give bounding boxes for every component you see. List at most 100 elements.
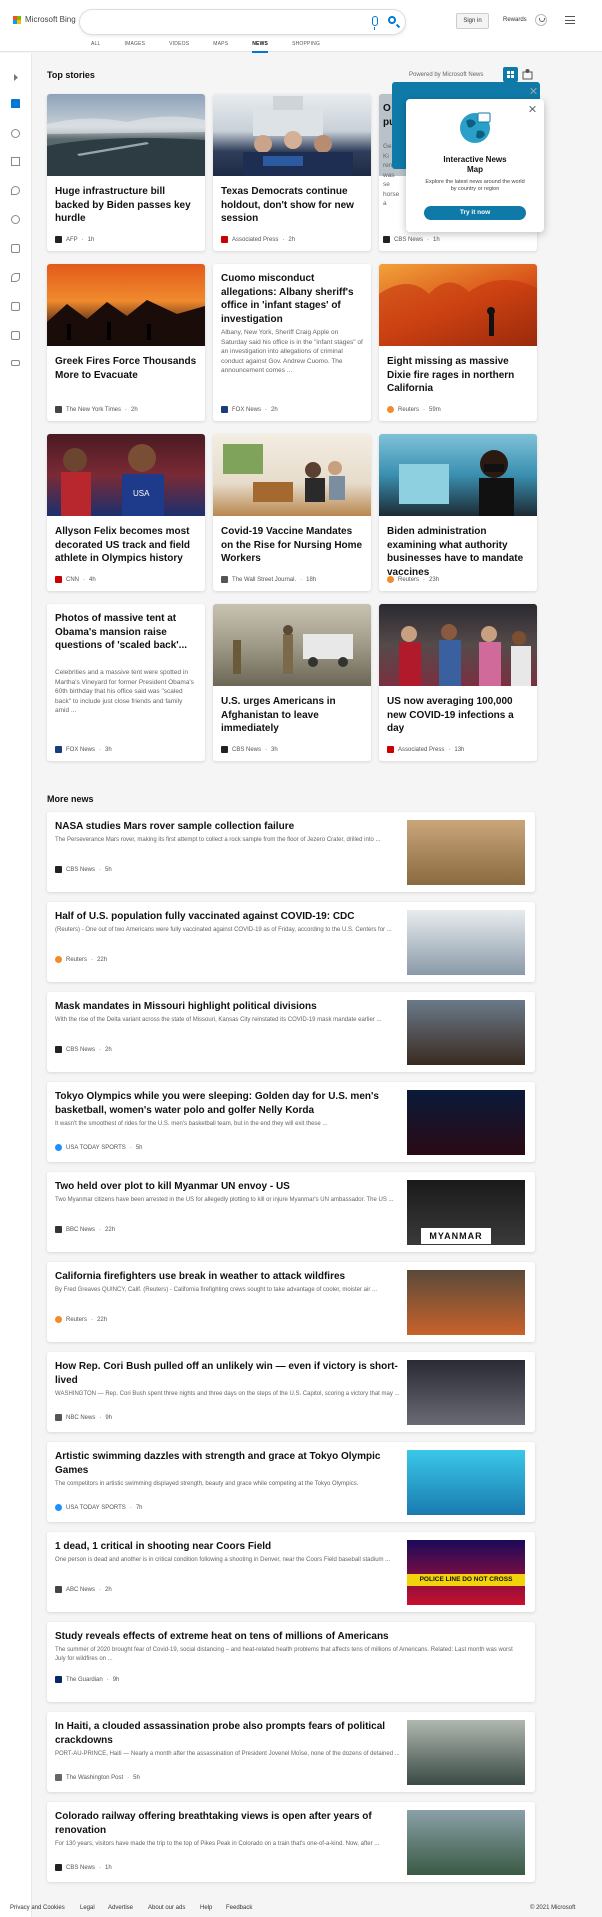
home-icon[interactable] [11, 99, 20, 108]
tab-shopping[interactable]: SHOPPING [292, 41, 320, 53]
story-image: USA [47, 434, 205, 516]
rewards-link[interactable]: Rewards [503, 17, 527, 23]
search-input[interactable] [80, 10, 405, 34]
story-card[interactable]: Huge infrastructure bill backed by Biden… [47, 94, 205, 251]
more-news-item[interactable]: Half of U.S. population fully vaccinated… [47, 902, 535, 982]
more-news-title[interactable]: 1 dead, 1 critical in shooting near Coor… [55, 1540, 405, 1554]
story-card[interactable]: Photos of massive tent at Obama's mansio… [47, 604, 205, 761]
privacy-link[interactable]: Privacy and Cookies [10, 1905, 65, 1911]
advertise-link[interactable]: Advertise [108, 1905, 133, 1911]
help-link[interactable]: Help [200, 1905, 212, 1911]
more-news-item[interactable]: Artistic swimming dazzles with strength … [47, 1442, 535, 1522]
more-news-title[interactable]: NASA studies Mars rover sample collectio… [55, 820, 405, 834]
tab-images[interactable]: IMAGES [125, 41, 146, 53]
legal-link[interactable]: Legal [80, 1905, 95, 1911]
more-news-item[interactable]: NASA studies Mars rover sample collectio… [47, 812, 535, 892]
more-news-thumbnail [407, 1000, 525, 1065]
story-title[interactable]: Biden administration examining what auth… [387, 525, 529, 579]
more-news-item[interactable]: Mask mandates in Missouri highlight poli… [47, 992, 535, 1072]
grid-view-icon[interactable] [503, 67, 518, 82]
story-title[interactable]: Texas Democrats continue holdout, don't … [221, 185, 363, 226]
tab-all[interactable]: ALL [91, 41, 101, 53]
more-news-title[interactable]: In Haiti, a clouded assassination probe … [55, 1720, 405, 1748]
more-news-item[interactable]: Two held over plot to kill Myanmar UN en… [47, 1172, 535, 1252]
story-card[interactable]: USA Allyson Felix becomes most decorated… [47, 434, 205, 591]
story-card[interactable]: Texas Democrats continue holdout, don't … [213, 94, 371, 251]
more-news-source: USA TODAY SPORTS · 5h [55, 1144, 143, 1151]
story-source: Reuters · 23h [387, 576, 439, 583]
entertainment-icon[interactable] [11, 302, 20, 311]
sign-in-button[interactable]: Sign in [456, 13, 489, 29]
more-news-item[interactable]: Study reveals effects of extreme heat on… [47, 1622, 535, 1702]
more-news-abstract: (Reuters) - One out of two Americans wer… [55, 927, 392, 933]
bing-logo[interactable]: Microsoft Bing [13, 15, 76, 24]
story-title[interactable]: Eight missing as massive Dixie fire rage… [387, 355, 529, 396]
money-icon[interactable] [11, 360, 20, 366]
story-title[interactable]: Allyson Felix becomes most decorated US … [55, 525, 197, 566]
scope-tabs: ALL IMAGES VIDEOS MAPS NEWS SHOPPING [91, 41, 344, 53]
more-news-title[interactable]: Tokyo Olympics while you were sleeping: … [55, 1090, 405, 1118]
more-news-item[interactable]: 1 dead, 1 critical in shooting near Coor… [47, 1532, 535, 1612]
more-news-title[interactable]: Half of U.S. population fully vaccinated… [55, 910, 405, 924]
source-logo-icon [55, 1504, 62, 1511]
close-icon[interactable] [531, 88, 537, 94]
expand-icon[interactable] [11, 69, 20, 81]
more-news-item[interactable]: Colorado railway offering breathtaking v… [47, 1802, 535, 1882]
tab-news[interactable]: NEWS [252, 41, 269, 53]
more-news-title[interactable]: Study reveals effects of extreme heat on… [55, 1630, 525, 1644]
more-news-thumbnail [407, 1720, 525, 1785]
more-news-item[interactable]: Tokyo Olympics while you were sleeping: … [47, 1082, 535, 1162]
more-news-source: The Washington Post · 5h [55, 1774, 140, 1781]
popup-title: Interactive News Map [443, 155, 507, 174]
story-title[interactable]: US now averaging 100,000 new COVID-19 in… [387, 695, 529, 736]
more-news-title[interactable]: Colorado railway offering breathtaking v… [55, 1810, 405, 1838]
more-news-title[interactable]: How Rep. Cori Bush pulled off an unlikel… [55, 1360, 405, 1388]
microphone-icon[interactable] [372, 16, 378, 30]
tab-maps[interactable]: MAPS [213, 41, 228, 53]
top-stories-heading: Top stories [47, 70, 95, 80]
more-news-title[interactable]: Mask mandates in Missouri highlight poli… [55, 1000, 405, 1014]
story-title[interactable]: Photos of massive tent at Obama's mansio… [55, 612, 197, 653]
more-news-title[interactable]: California firefighters use break in wea… [55, 1270, 405, 1284]
flag-icon[interactable] [11, 157, 20, 166]
search-icon[interactable] [388, 16, 396, 24]
world-icon[interactable] [11, 215, 20, 224]
more-news-abstract: The competitors in artistic swimming dis… [55, 1481, 359, 1487]
about-ads-link[interactable]: About our ads [148, 1905, 185, 1911]
more-news-source: Reuters · 22h [55, 1316, 107, 1323]
try-it-now-button[interactable]: Try it now [424, 206, 526, 220]
more-news-item[interactable]: In Haiti, a clouded assassination probe … [47, 1712, 535, 1792]
story-title[interactable]: Cuomo misconduct allegations: Albany she… [221, 272, 363, 326]
close-icon[interactable] [530, 106, 536, 112]
story-title[interactable]: U.S. urges Americans in Afghanistan to l… [221, 695, 363, 736]
more-news-item[interactable]: How Rep. Cori Bush pulled off an unlikel… [47, 1352, 535, 1432]
more-news-title[interactable]: Artistic swimming dazzles with strength … [55, 1450, 405, 1478]
story-title[interactable]: Huge infrastructure bill backed by Biden… [55, 185, 197, 226]
science-icon[interactable] [11, 273, 20, 282]
story-card[interactable]: US now averaging 100,000 new COVID-19 in… [379, 604, 537, 761]
story-card[interactable]: Eight missing as massive Dixie fire rage… [379, 264, 537, 421]
more-news-item[interactable]: California firefighters use break in wea… [47, 1262, 535, 1342]
story-card[interactable]: Greek Fires Force Thousands More to Evac… [47, 264, 205, 421]
story-card[interactable]: U.S. urges Americans in Afghanistan to l… [213, 604, 371, 761]
business-icon[interactable] [11, 244, 20, 253]
story-card[interactable]: Covid-19 Vaccine Mandates on the Rise fo… [213, 434, 371, 591]
recommended-icon[interactable] [11, 129, 20, 138]
more-news-thumbnail [407, 1270, 525, 1335]
map-view-icon[interactable] [520, 67, 535, 82]
source-logo-icon [55, 1144, 62, 1151]
story-image [379, 434, 537, 516]
story-card[interactable]: Biden administration examining what auth… [379, 434, 537, 591]
story-card[interactable]: Cuomo misconduct allegations: Albany she… [213, 264, 371, 421]
location-icon[interactable] [11, 186, 20, 195]
rewards-trophy-icon[interactable] [535, 14, 547, 26]
feedback-link[interactable]: Feedback [226, 1905, 252, 1911]
politics-icon[interactable] [11, 331, 20, 340]
hamburger-menu-icon[interactable] [565, 16, 575, 24]
tab-videos[interactable]: VIDEOS [169, 41, 189, 53]
story-title[interactable]: Greek Fires Force Thousands More to Evac… [55, 355, 197, 382]
more-news-thumbnail [407, 1360, 525, 1425]
more-news-title[interactable]: Two held over plot to kill Myanmar UN en… [55, 1180, 405, 1194]
story-title[interactable]: Covid-19 Vaccine Mandates on the Rise fo… [221, 525, 363, 566]
more-news-source: CBS News · 5h [55, 866, 112, 873]
